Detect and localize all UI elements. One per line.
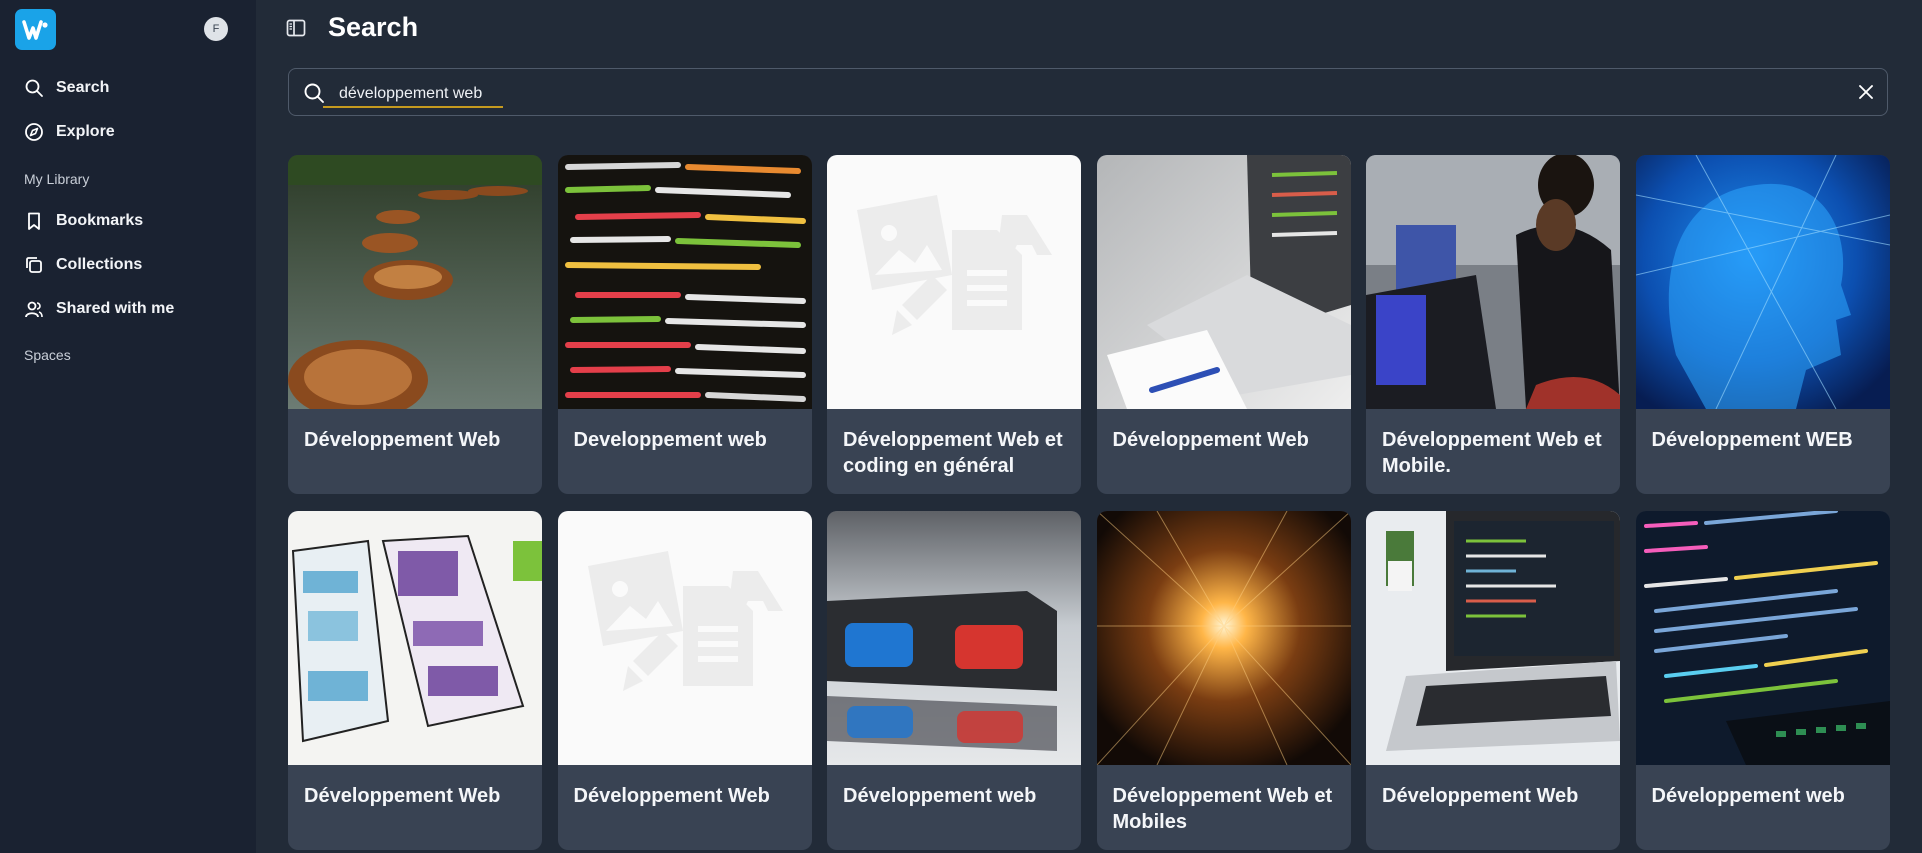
sidebar-item-label: Explore (56, 123, 115, 140)
result-card[interactable]: Développement web (1635, 511, 1890, 850)
result-title: Développement WEB (1651, 429, 1853, 451)
result-card[interactable]: Développement web (827, 511, 1081, 850)
search-input[interactable] (323, 78, 503, 108)
result-thumbnail (827, 155, 1081, 409)
search-icon (25, 79, 43, 97)
result-card[interactable]: Developpement web (557, 155, 812, 494)
sidebar-item-collections[interactable]: Collections (24, 251, 142, 279)
results-grid: Développement Web Developpement web Déve… (288, 155, 1890, 850)
user-avatar[interactable]: F (204, 17, 228, 41)
sidebar-toggle-button[interactable] (286, 18, 306, 38)
sidebar-item-shared[interactable]: Shared with me (24, 295, 174, 323)
users-icon (25, 301, 43, 318)
result-card[interactable]: Développement Web et coding en général (827, 155, 1081, 494)
image-placeholder-icon (557, 511, 812, 765)
result-card[interactable]: Développement Web (1366, 511, 1620, 850)
sidebar-item-label: Collections (56, 256, 143, 273)
sidebar-panel-icon (286, 19, 306, 37)
my-library-heading: My Library (24, 171, 90, 187)
bookmark-icon (28, 212, 40, 230)
search-icon (304, 83, 324, 103)
spaces-heading: Spaces (24, 347, 71, 363)
result-title: Développement web (843, 785, 1037, 807)
sidebar-item-bookmarks[interactable]: Bookmarks (24, 207, 143, 235)
sidebar-item-explore[interactable]: Explore (24, 118, 115, 146)
result-title: Développement web (1651, 785, 1845, 807)
result-title: Développement Web (1112, 429, 1309, 451)
sidebar-item-search[interactable]: Search (24, 74, 109, 102)
sidebar-item-label: Shared with me (56, 300, 175, 317)
result-thumbnail (288, 155, 542, 409)
page-title: Search (328, 12, 419, 42)
result-title: Développement Web (1382, 785, 1579, 807)
result-title: Développement Web et coding en général (843, 429, 1063, 477)
result-thumbnail (1096, 155, 1351, 409)
close-icon[interactable] (1857, 83, 1875, 101)
result-title: Développement Web et Mobile. (1382, 429, 1602, 477)
result-thumbnail (1366, 155, 1620, 409)
result-thumbnail (557, 511, 812, 765)
image-placeholder-icon (827, 155, 1081, 409)
collections-icon (26, 257, 42, 273)
search-bar (288, 68, 1888, 116)
logo-icon (21, 19, 48, 40)
result-thumbnail (1096, 511, 1351, 765)
result-card[interactable]: Développement Web (557, 511, 812, 850)
result-card[interactable]: Développement Web et Mobile. (1366, 155, 1620, 494)
result-card[interactable]: Développement Web et Mobiles (1096, 511, 1351, 850)
result-card[interactable]: Développement Web (288, 155, 542, 494)
sidebar-item-label: Search (56, 79, 110, 96)
compass-icon (25, 123, 43, 141)
result-thumbnail (827, 511, 1081, 765)
result-title: Développement Web et Mobiles (1112, 785, 1333, 833)
sidebar-item-label: Bookmarks (56, 212, 144, 229)
result-card[interactable]: Développement Web (288, 511, 542, 850)
sidebar: F Search Explore My Library Bookmarks Co… (0, 0, 256, 853)
result-thumbnail (1635, 511, 1890, 765)
result-card[interactable]: Développement Web (1096, 155, 1351, 494)
app-logo[interactable] (15, 9, 56, 50)
result-title: Développement Web (304, 785, 501, 807)
result-card[interactable]: Développement WEB (1635, 155, 1890, 494)
result-title: Développement Web (573, 785, 770, 807)
result-title: Developpement web (573, 429, 767, 451)
result-thumbnail (557, 155, 812, 409)
result-thumbnail (1366, 511, 1620, 765)
result-thumbnail (288, 511, 542, 765)
result-thumbnail (1635, 155, 1890, 409)
result-title: Développement Web (304, 429, 501, 451)
